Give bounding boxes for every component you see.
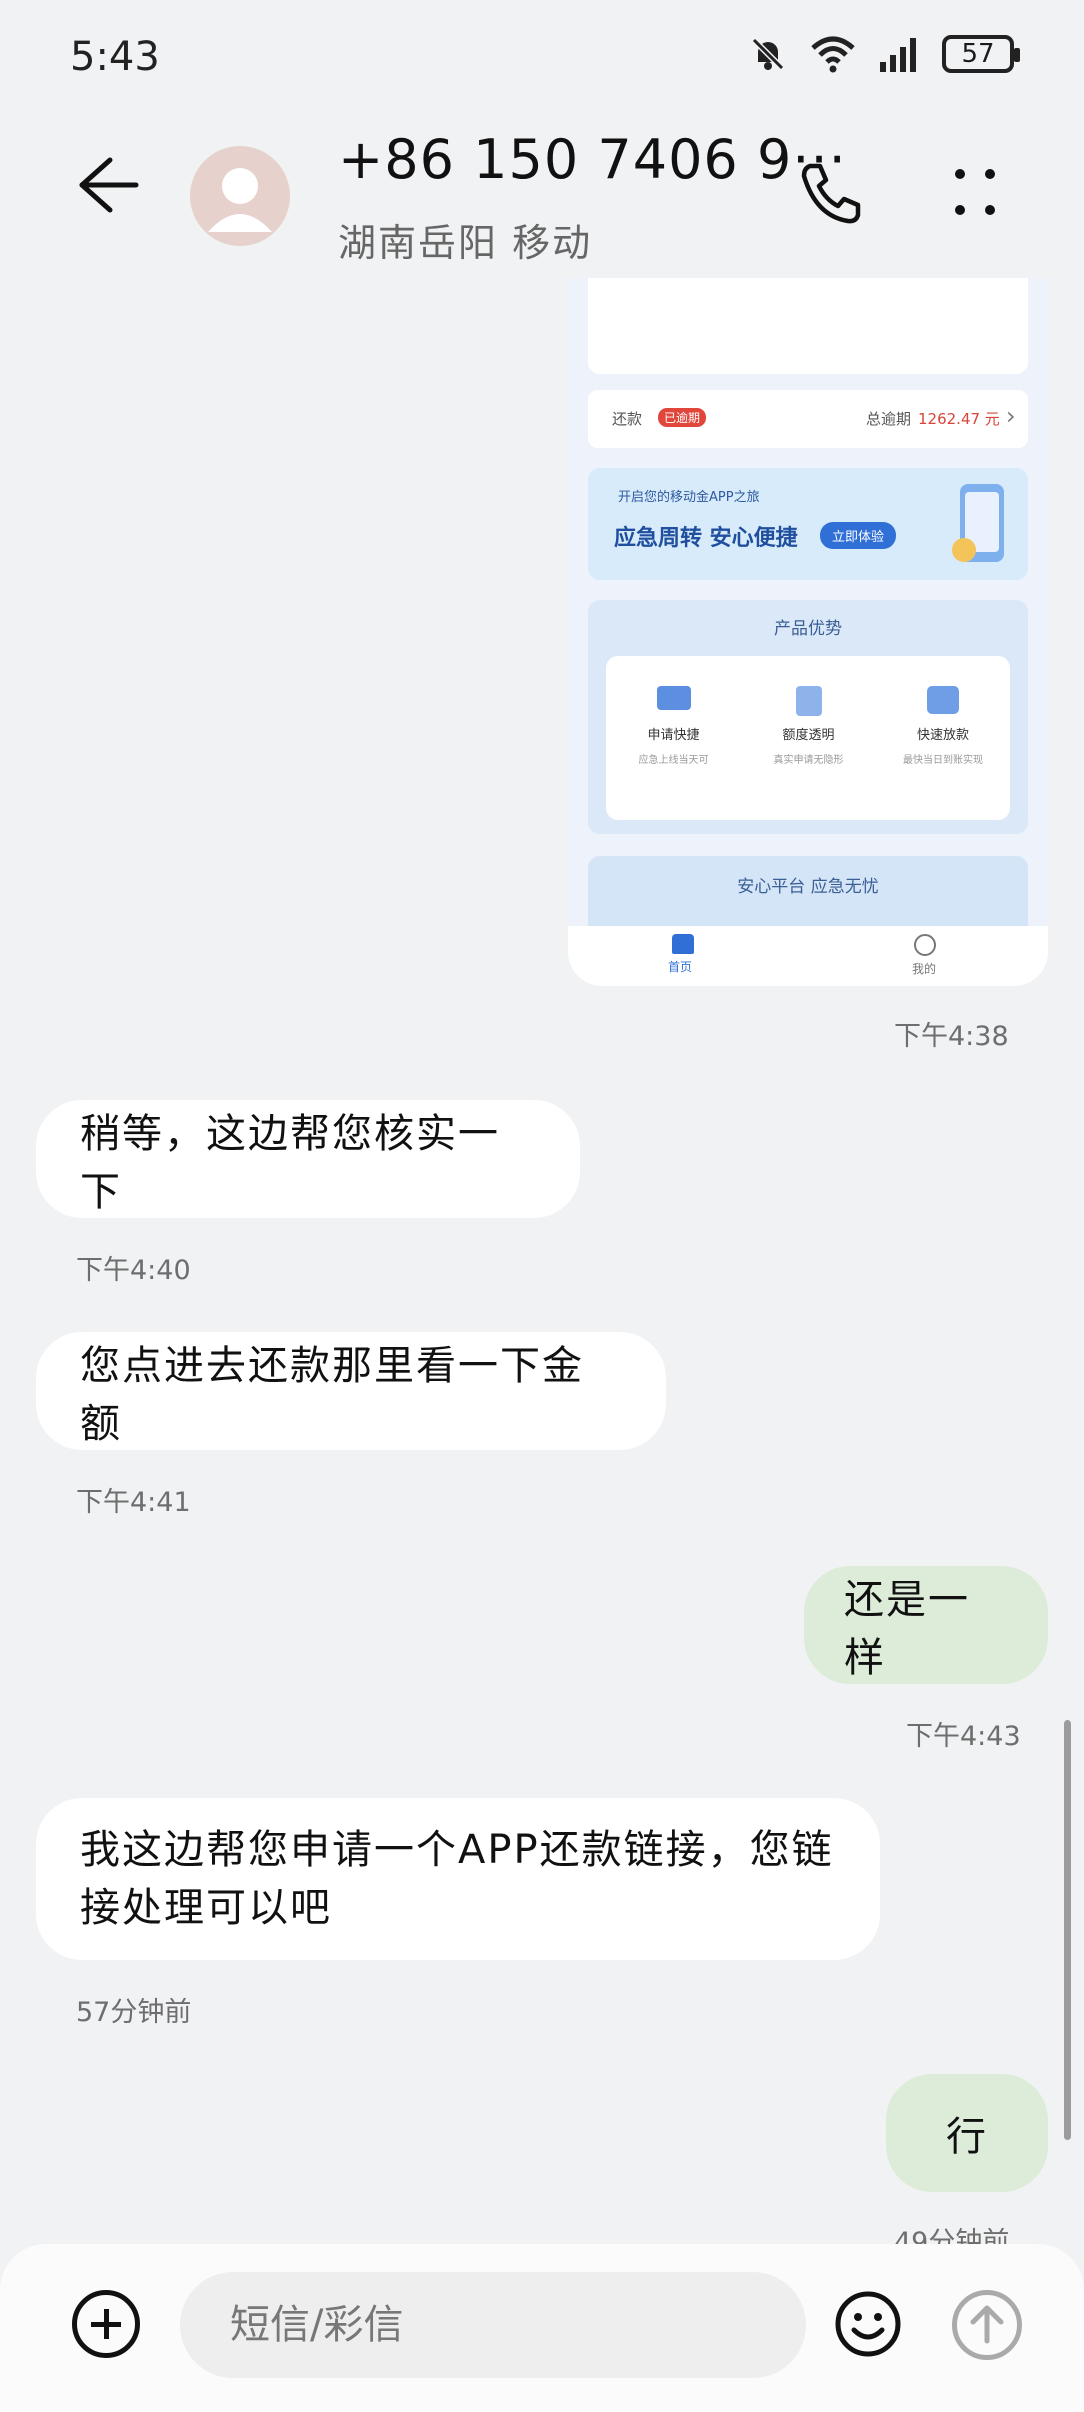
incoming-message-bubble[interactable]: 稍等，这边帮您核实一下 [36,1100,580,1218]
wifi-icon [811,36,855,73]
repay-row: 还款 已逾期 总逾期 1262.47 元 › [588,390,1028,448]
banner-main: 应急周转 安心便捷 [614,526,798,551]
wallet-icon [927,686,959,714]
total-overdue-value: 1262.47 元 [918,410,1000,428]
card-icon [656,686,691,710]
contact-name[interactable]: +86 150 7406 9··· [338,128,847,191]
banner-button: 立即体验 [820,522,897,549]
more-options-icon[interactable] [950,164,1000,224]
signal-icon [880,38,916,72]
feature-desc: 应急上线当天可 [638,755,709,766]
feature-desc: 最快当日到账实现 [903,755,983,766]
home-icon [672,934,694,954]
total-overdue-label: 总逾期 [866,410,912,428]
phone-illustration-icon [952,484,1004,562]
feature-title: 快速放款 [916,728,969,743]
feature-title: 申请快捷 [647,728,700,743]
message-text-line-2: 接处理可以吧 [80,1885,332,1931]
back-arrow-icon[interactable] [72,150,142,220]
section-title: 产品优势 [774,619,842,639]
incoming-message-bubble[interactable]: 您点进去还款那里看一下金额 [36,1332,666,1450]
add-attachment-button[interactable] [72,2290,140,2358]
mute-bell-icon [751,37,785,71]
overdue-badge: 已逾期 [658,408,707,427]
advantages-panel: 产品优势 申请快捷 应急上线当天可 额度透明 真实申请无隐形 快速放款 最快当日… [588,600,1028,834]
status-time: 5:43 [70,34,160,80]
incoming-message-bubble[interactable]: 我这边帮您申请一个APP还款链接，您链 接处理可以吧 [36,1798,880,1960]
profile-icon [914,934,936,956]
scrollbar[interactable] [1064,1720,1071,2140]
document-icon [795,686,822,716]
send-button[interactable] [952,2290,1022,2360]
phone-icon[interactable] [796,158,866,228]
person-icon [208,168,272,232]
battery-indicator: 57 [942,35,1020,73]
message-text-line-1: 我这边帮您申请一个APP还款链接，您链 [80,1827,834,1873]
banner-top: 开启您的移动金APP之旅 [618,490,760,505]
message-text: 您点进去还款那里看一下金额 [80,1343,584,1447]
emoji-icon[interactable] [834,2290,902,2358]
message-text: 稍等，这边帮您核实一下 [80,1111,500,1215]
status-icons: 57 [748,34,1020,74]
message-time: 下午4:40 [76,1255,191,1286]
feature-title: 额度透明 [782,728,835,743]
nav-home: 首页 [668,960,693,974]
message-time: 下午4:41 [76,1487,191,1518]
message-text: 行 [946,2114,988,2160]
feature-item: 额度透明 真实申请无隐形 [741,686,876,766]
feature-desc: 真实申请无隐形 [773,755,844,766]
contact-avatar[interactable] [190,146,290,246]
section2-title: 安心平台 应急无忧 [737,877,879,897]
app-bottom-nav: 首页 我的 [568,926,1048,986]
feature-item: 快速放款 最快当日到账实现 [876,686,1010,766]
outgoing-message-bubble[interactable]: 行 [886,2074,1048,2192]
chevron-right-icon: › [1006,402,1016,430]
platform-panel: 安心平台 应急无忧 [588,856,1028,936]
outgoing-message-bubble[interactable]: 还是一样 [804,1566,1048,1684]
promo-banner: 开启您的移动金APP之旅 应急周转 安心便捷 立即体验 [588,468,1028,580]
nav-mine: 我的 [912,962,937,976]
message-time: 下午4:43 [906,1721,1021,1752]
repay-label: 还款 [612,410,643,428]
arrow-up-icon [970,2305,1004,2344]
message-text: 还是一样 [844,1577,970,1681]
message-time: 57分钟前 [76,1997,192,2028]
contact-location: 湖南岳阳 移动 [338,221,593,265]
image-message[interactable]: 还款 已逾期 总逾期 1262.47 元 › 开启您的移动金APP之旅 应急周转… [568,278,1048,986]
feature-item: 申请快捷 应急上线当天可 [606,686,741,766]
message-time: 下午4:38 [894,1021,1009,1052]
message-input[interactable] [180,2272,806,2378]
